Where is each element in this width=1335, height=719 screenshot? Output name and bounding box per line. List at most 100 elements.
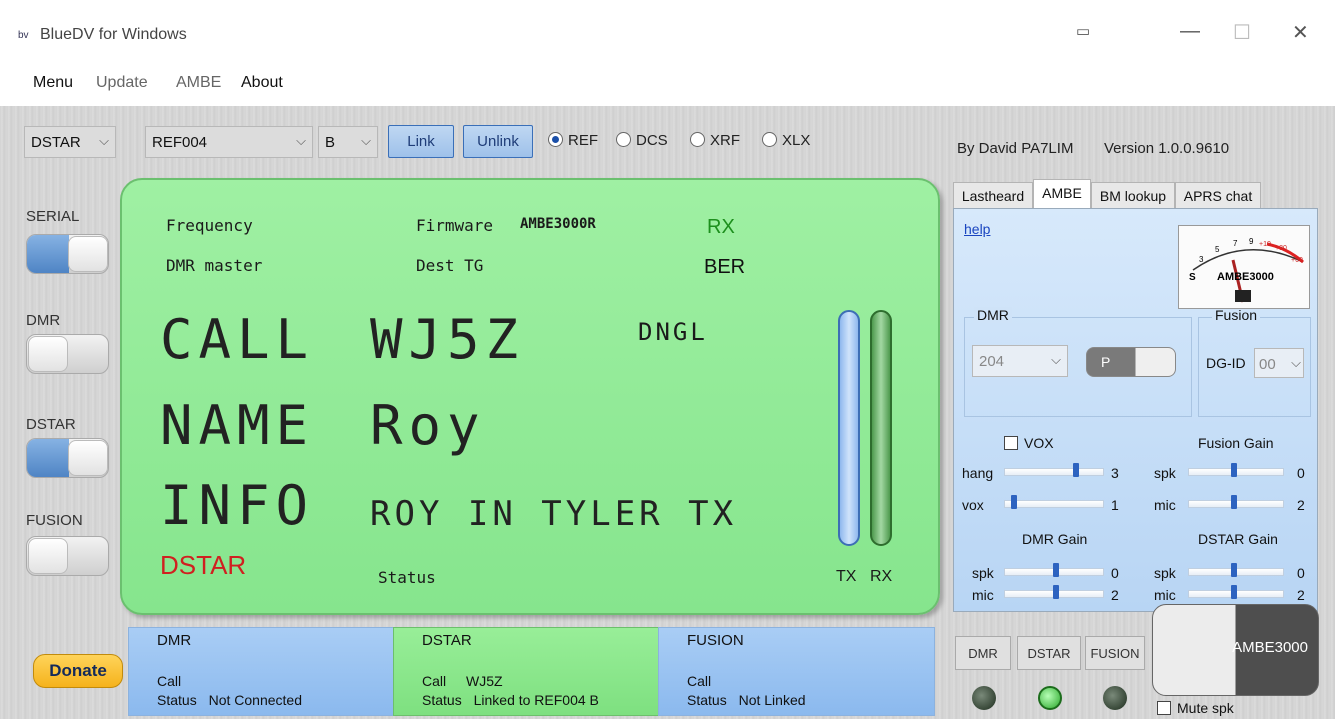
tablet-mode-icon[interactable]: ▭	[1076, 22, 1090, 40]
meter-gauge-icon: S 3 5 7 9 +10 +30 +60 AMBE3000	[1189, 237, 1304, 303]
dstar-spk-slider[interactable]	[1188, 563, 1284, 577]
radio-dcs[interactable]: DCS	[616, 132, 668, 149]
dmr-call-label: Call	[157, 673, 182, 689]
vox-checkbox[interactable]: VOX	[1004, 435, 1054, 451]
hang-label: hang	[962, 465, 994, 481]
fusion-spk-slider[interactable]	[1188, 463, 1284, 477]
dstar-toggle[interactable]	[26, 438, 109, 478]
p-toggle[interactable]: P	[1086, 347, 1176, 377]
dstar-mic-slider[interactable]	[1188, 585, 1284, 599]
fusion-label: FUSION	[26, 512, 83, 529]
tx-level-bar	[838, 310, 860, 546]
hang-slider[interactable]	[1004, 463, 1104, 477]
vox-slider[interactable]	[1004, 495, 1104, 509]
tab-bm-lookup[interactable]: BM lookup	[1091, 182, 1175, 208]
vox-value: 1	[1111, 497, 1119, 513]
meter-scale-9: 9	[1249, 237, 1254, 246]
meter-label: AMBE3000	[1217, 271, 1274, 283]
fusion-mode-button[interactable]: FUSION	[1085, 636, 1145, 670]
frequency-label: Frequency	[166, 216, 253, 235]
slider-thumb[interactable]	[1231, 563, 1237, 577]
menu-bar: Menu Update AMBE About	[0, 68, 1335, 104]
dstar-mode-button[interactable]: DSTAR	[1017, 636, 1081, 670]
reflector-select-value: REF004	[152, 134, 208, 151]
minimize-button[interactable]: —	[1180, 20, 1200, 43]
fusion-mic-label: mic	[1154, 497, 1176, 513]
slider-thumb[interactable]	[1231, 585, 1237, 599]
fusion-mic-slider[interactable]	[1188, 495, 1284, 509]
link-button[interactable]: Link	[388, 125, 454, 158]
tab-lastheard[interactable]: Lastheard	[953, 182, 1033, 208]
slider-thumb[interactable]	[1073, 463, 1079, 477]
fusion-call-row: Call	[687, 673, 727, 689]
dstar-mic-value: 2	[1297, 587, 1305, 603]
menu-menu[interactable]: Menu	[33, 74, 73, 92]
name-label: NAME	[160, 394, 315, 457]
rx-indicator: RX	[707, 216, 735, 238]
radio-xrf[interactable]: XRF	[690, 132, 740, 149]
mode-select-value: DSTAR	[31, 134, 81, 151]
slider-thumb[interactable]	[1231, 495, 1237, 509]
vox-label: vox	[962, 497, 984, 513]
slider-thumb[interactable]	[1053, 563, 1059, 577]
radio-ref[interactable]: REF	[548, 132, 598, 149]
slider-thumb[interactable]	[1231, 463, 1237, 477]
meter-scale-5: 5	[1215, 245, 1220, 254]
dstar-call-value: WJ5Z	[466, 673, 503, 689]
dngl-label: DNGL	[638, 318, 708, 346]
meter-scale-p60: +60	[1291, 257, 1303, 264]
meter-scale-p30: +30	[1275, 245, 1287, 252]
dgid-select[interactable]: 00 ⌵	[1254, 348, 1304, 378]
meter-scale-p10: +10	[1259, 241, 1271, 248]
dmr-id-value: 204	[979, 353, 1005, 370]
help-link[interactable]: help	[964, 221, 990, 237]
module-select[interactable]: B ⌵	[318, 126, 378, 158]
meter-scale-7: 7	[1233, 239, 1238, 248]
dmr-status-row: Status Not Connected	[157, 692, 302, 708]
dgid-label: DG-ID	[1206, 355, 1246, 371]
menu-about[interactable]: About	[241, 74, 283, 92]
rx-level-bar	[870, 310, 892, 546]
unlink-button[interactable]: Unlink	[463, 125, 533, 158]
dmr-toggle[interactable]	[26, 334, 109, 374]
ambe3000-toggle[interactable]: AMBE3000	[1152, 604, 1319, 696]
title-bar: bv BlueDV for Windows ▭ — ☐ ✕	[0, 0, 1335, 68]
dmr-mode-button[interactable]: DMR	[955, 636, 1011, 670]
donate-button[interactable]: Donate	[33, 654, 123, 688]
status-label: Status	[378, 568, 436, 587]
dmr-status-value: Not Connected	[208, 692, 302, 708]
maximize-button[interactable]: ☐	[1233, 20, 1251, 45]
dmr-mic-slider[interactable]	[1004, 585, 1104, 599]
serial-toggle[interactable]	[26, 234, 109, 274]
tx-label: TX	[836, 568, 857, 585]
mute-spk-checkbox[interactable]: Mute spk	[1157, 700, 1234, 716]
ambe3000-label: AMBE3000	[1232, 639, 1308, 656]
app-icon: bv	[18, 30, 29, 41]
radio-xlx[interactable]: XLX	[762, 132, 810, 149]
dmr-spk-slider[interactable]	[1004, 563, 1104, 577]
menu-update[interactable]: Update	[96, 74, 148, 92]
radio-icon	[690, 132, 705, 147]
reflector-select[interactable]: REF004 ⌵	[145, 126, 313, 158]
mode-select[interactable]: DSTAR ⌵	[24, 126, 116, 158]
fusion-toggle[interactable]	[26, 536, 109, 576]
dmr-master-label: DMR master	[166, 256, 263, 275]
fusion-call-label: Call	[687, 673, 712, 689]
menu-ambe[interactable]: AMBE	[176, 74, 221, 92]
dstar-call-row: Call WJ5Z	[422, 673, 503, 689]
dmr-id-select[interactable]: 204 ⌵	[972, 345, 1068, 377]
dmr-mic-value: 2	[1111, 587, 1119, 603]
tab-aprs-chat[interactable]: APRS chat	[1175, 182, 1261, 208]
lcd-display: Frequency Firmware AMBE3000R RX DMR mast…	[120, 178, 940, 615]
p-toggle-label: P	[1101, 354, 1111, 370]
chevron-down-icon: ⌵	[99, 133, 109, 148]
radio-xrf-label: XRF	[710, 132, 740, 149]
slider-thumb[interactable]	[1011, 495, 1017, 509]
slider-thumb[interactable]	[1053, 585, 1059, 599]
meter-scale-s: S	[1189, 272, 1196, 283]
dstar-call-label: Call	[422, 673, 447, 689]
close-button[interactable]: ✕	[1292, 20, 1309, 45]
dstar-status-label: Status	[422, 692, 462, 708]
tab-ambe[interactable]: AMBE	[1033, 179, 1091, 208]
dest-tg-label: Dest TG	[416, 256, 484, 275]
